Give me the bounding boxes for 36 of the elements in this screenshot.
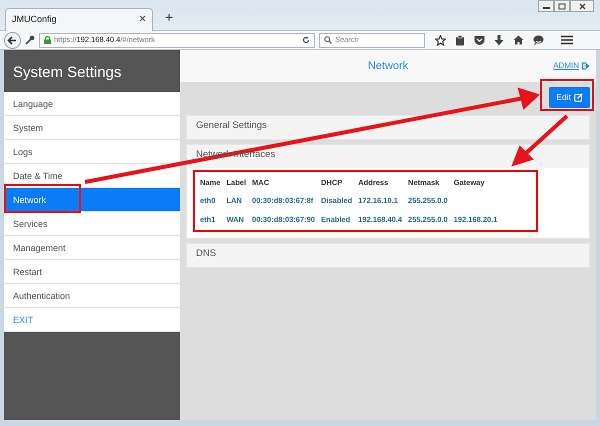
key-icon[interactable] (25, 35, 35, 45)
restore-icon[interactable] (554, 0, 570, 12)
close-icon[interactable] (139, 15, 146, 22)
sidebar-item[interactable]: Network (4, 188, 180, 212)
close-icon[interactable] (570, 0, 594, 12)
panel-header[interactable]: DNS (187, 244, 589, 266)
sidebar-item[interactable]: Logs (4, 140, 180, 164)
download-icon[interactable] (494, 34, 504, 46)
page-title: Network (368, 58, 408, 74)
sidebar-item[interactable]: Services (4, 212, 180, 236)
back-icon[interactable] (4, 32, 21, 48)
search-icon (324, 36, 332, 44)
home-icon[interactable] (513, 35, 524, 45)
pocket-icon[interactable] (474, 35, 485, 45)
sidebar-item[interactable]: Language (4, 92, 180, 116)
sidebar-item[interactable]: Authentication (4, 284, 180, 308)
edit-icon (574, 92, 583, 102)
minimize-icon[interactable] (538, 0, 554, 12)
logout-icon (581, 62, 590, 70)
new-tab-button[interactable]: + (165, 10, 174, 24)
menu-icon[interactable] (561, 35, 573, 45)
chat-icon[interactable] (533, 35, 544, 45)
highlight-frame (540, 79, 594, 111)
sidebar-item[interactable]: System (4, 116, 180, 140)
sidebar-title: System Settings (12, 63, 122, 83)
edit-button[interactable]: Edit (549, 87, 590, 108)
tab-title: JMUConfig (12, 13, 57, 26)
panel-header[interactable]: General Settings (187, 116, 589, 139)
browser-tab[interactable]: JMUConfig (5, 8, 153, 31)
lock-icon (44, 36, 51, 44)
clipboard-icon[interactable] (455, 34, 465, 46)
sidebar-item[interactable]: Management (4, 236, 180, 260)
star-icon[interactable] (435, 34, 446, 46)
reload-icon[interactable] (302, 36, 310, 44)
exit-link[interactable]: EXIT (4, 308, 180, 332)
sidebar-item[interactable]: Restart (4, 260, 180, 284)
